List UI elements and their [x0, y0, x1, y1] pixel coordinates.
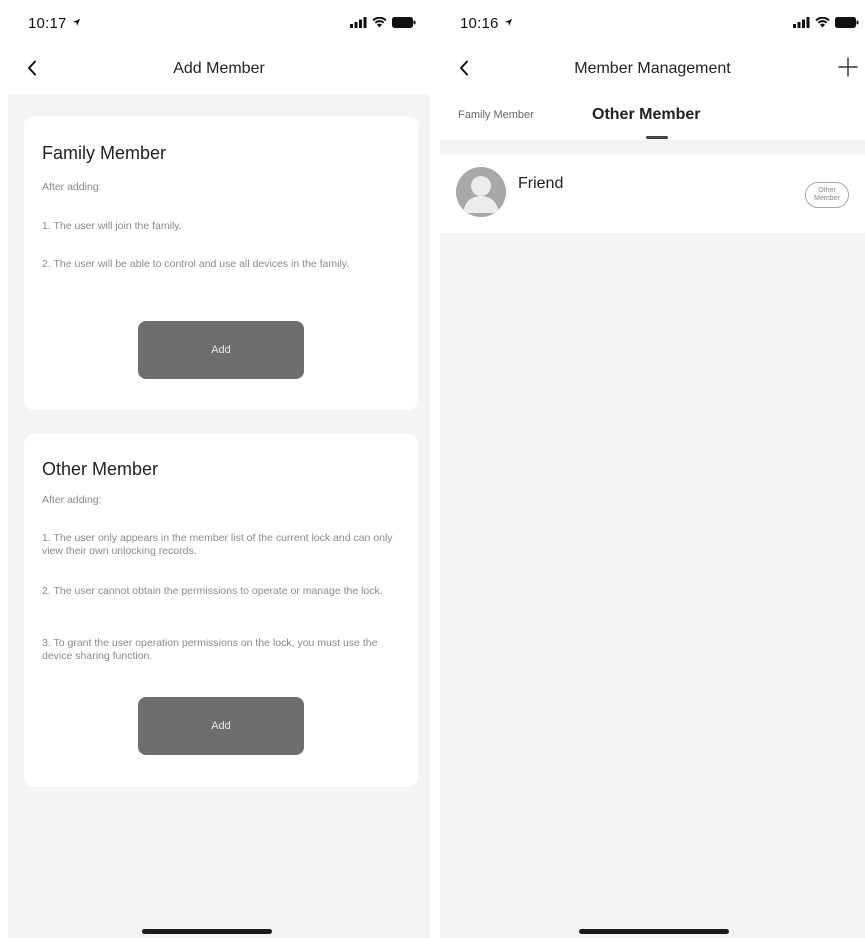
status-bar: 10:17	[8, 0, 430, 42]
wifi-icon	[372, 17, 387, 28]
family-member-card: Family Member After adding: 1. The user …	[24, 116, 418, 410]
nav-bar: Add Member	[8, 42, 430, 94]
member-role-badge: Other Member	[805, 182, 849, 208]
user-avatar-icon	[456, 167, 506, 217]
member-management-screen: 10:16 Member Management Family Member Ot…	[440, 0, 865, 938]
wifi-icon	[815, 17, 830, 28]
cellular-signal-icon	[793, 17, 810, 28]
status-time: 10:17	[28, 15, 67, 32]
member-tabs: Family Member Other Member	[440, 94, 865, 140]
tab-other-member[interactable]: Other Member	[592, 106, 700, 124]
add-family-member-button[interactable]: Add	[138, 321, 304, 379]
other-member-card: Other Member After adding: 1. The user o…	[24, 434, 418, 787]
home-indicator	[579, 929, 729, 934]
home-indicator	[142, 929, 272, 934]
family-member-title: Family Member	[42, 143, 167, 163]
nav-bar: Member Management	[440, 42, 865, 94]
other-member-point-2: 2. The user cannot obtain the permission…	[42, 585, 383, 597]
cellular-signal-icon	[350, 17, 367, 28]
tab-family-member[interactable]: Family Member	[458, 109, 534, 121]
family-member-point-1: 1. The user will join the family.	[42, 220, 182, 232]
other-member-intro: After adding:	[42, 494, 102, 506]
page-title: Add Member	[173, 60, 265, 77]
other-member-point-3: 3. To grant the user operation permissio…	[42, 637, 378, 662]
family-member-intro: After adding:	[42, 181, 102, 193]
status-bar: 10:16	[440, 0, 865, 42]
battery-icon	[392, 17, 416, 28]
add-member-screen: 10:17 Add Member Family Member After add…	[8, 0, 430, 938]
location-arrow-icon	[504, 18, 513, 27]
family-member-point-2: 2. The user will be able to control and …	[42, 258, 350, 270]
battery-icon	[835, 17, 859, 28]
location-arrow-icon	[72, 18, 81, 27]
active-tab-indicator	[646, 136, 668, 139]
other-member-title: Other Member	[42, 459, 159, 479]
other-member-point-1: 1. The user only appears in the member l…	[42, 532, 393, 557]
add-other-member-button[interactable]: Add	[138, 697, 304, 755]
plus-icon	[838, 57, 858, 77]
status-time: 10:16	[460, 15, 499, 32]
add-member-button[interactable]	[831, 50, 865, 84]
page-title: Member Management	[574, 60, 731, 77]
member-name: Friend	[518, 175, 564, 192]
list-item[interactable]: Friend Other Member	[440, 155, 865, 233]
